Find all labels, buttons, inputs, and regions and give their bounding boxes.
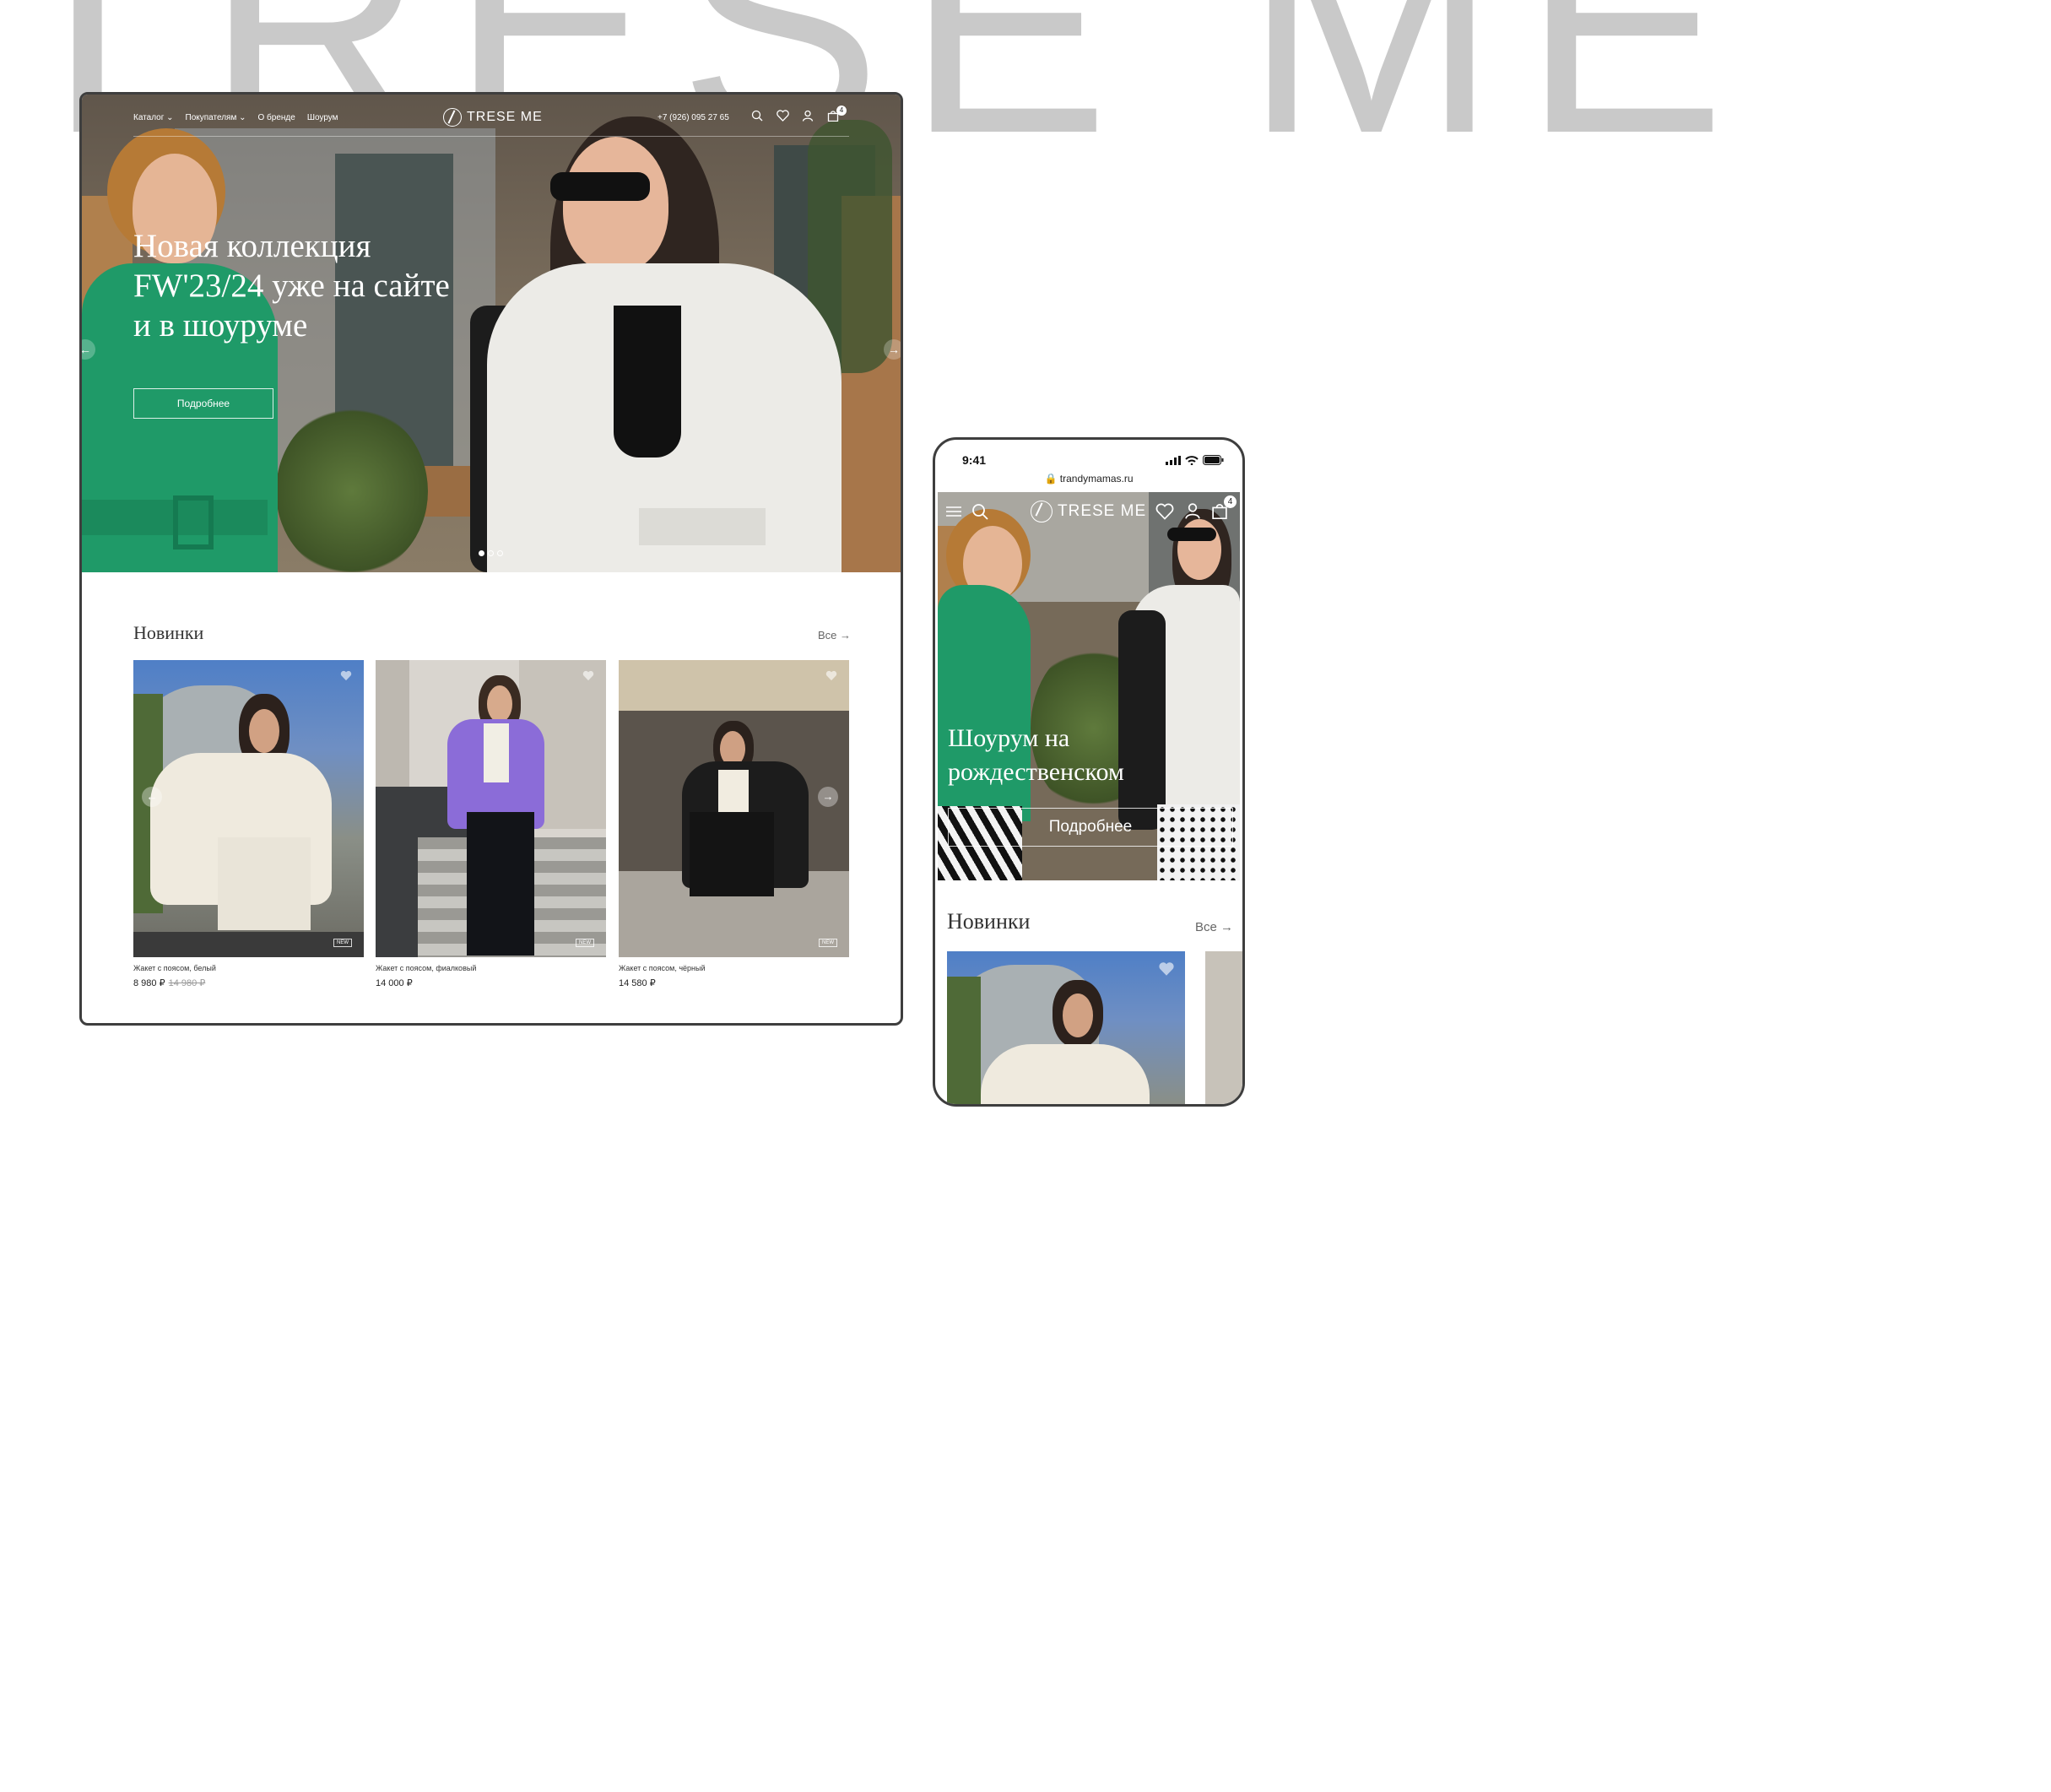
hero-slider-dots	[479, 550, 503, 556]
product-image[interactable]: NEW	[376, 660, 606, 957]
product-top	[484, 723, 509, 782]
heart-icon[interactable]	[777, 110, 790, 123]
product-top	[718, 770, 749, 817]
new-arrivals-title: Новинки	[133, 622, 204, 643]
slider-dot[interactable]	[479, 550, 484, 556]
user-icon[interactable]	[802, 110, 815, 123]
product-model-face	[1063, 993, 1093, 1037]
search-icon[interactable]	[971, 503, 988, 524]
nav-item-showroom[interactable]: Шоурум	[307, 113, 338, 122]
product-card[interactable]: → NEW Жакет с поясом, чёрный 14 580 ₽	[619, 660, 849, 988]
hero-black-top	[614, 306, 681, 457]
product-price: 8 980 ₽	[133, 978, 165, 988]
browser-address-bar[interactable]: 🔒 trandymamas.ru	[935, 473, 1242, 485]
product-price: 14 580 ₽	[619, 978, 656, 988]
product-name[interactable]: Жакет с поясом, чёрный	[619, 964, 849, 972]
favorite-heart-icon[interactable]	[582, 670, 594, 682]
product-prev-arrow-icon[interactable]: ←	[142, 787, 162, 807]
product-bg-tree	[947, 977, 981, 1104]
menu-burger-icon[interactable]	[946, 506, 961, 522]
status-bar-icons	[1166, 455, 1224, 465]
product-card-peek[interactable]	[1205, 951, 1242, 1104]
product-image[interactable]: ← NEW	[133, 660, 364, 957]
hero-green-buckle	[173, 495, 214, 550]
user-icon[interactable]	[1184, 502, 1201, 523]
product-card[interactable]: NEW Жакет с поясом, фиалковый 14 000 ₽	[376, 660, 606, 988]
hero-more-button[interactable]: Подробнее	[948, 808, 1233, 847]
nav-item-about-brand[interactable]: О бренде	[258, 113, 295, 122]
search-icon[interactable]	[751, 110, 765, 123]
product-card[interactable]	[947, 951, 1185, 1104]
hero-sunglasses	[550, 172, 650, 201]
product-model-face	[487, 685, 512, 723]
hero-more-button[interactable]: Подробнее	[133, 388, 273, 419]
header-phone[interactable]: +7 (926) 095 27 65	[658, 113, 729, 122]
product-white-skirt	[218, 837, 311, 930]
desktop-main-nav: Каталог ⌄ Покупателям ⌄ О бренде Шоурум	[133, 113, 338, 122]
product-card[interactable]: ← NEW Жакет с поясом, белый 8 980 ₽14 98…	[133, 660, 364, 988]
favorite-heart-icon[interactable]	[1158, 961, 1175, 981]
favorite-heart-icon[interactable]	[340, 670, 352, 682]
new-arrivals-all-link[interactable]: Все →	[1195, 920, 1233, 934]
product-white-jacket	[981, 1044, 1150, 1104]
new-arrivals-all-link[interactable]: Все →	[818, 629, 851, 642]
product-bg-street	[133, 932, 364, 957]
product-bg-canopy	[619, 660, 849, 711]
lock-icon: 🔒	[1044, 473, 1058, 485]
browser-url: trandymamas.ru	[1059, 473, 1134, 485]
hero-next-arrow-icon[interactable]: →	[884, 339, 901, 360]
logo-mark-icon	[443, 108, 462, 127]
hero-model-right-face	[563, 137, 668, 272]
hero-white-belt	[639, 508, 766, 545]
slider-dot[interactable]	[488, 550, 494, 556]
status-bar-time: 9:41	[962, 453, 987, 467]
product-name[interactable]: Жакет с поясом, фиалковый	[376, 964, 606, 972]
new-badge: NEW	[819, 939, 837, 947]
product-black-trousers	[467, 812, 534, 956]
product-price-row: 8 980 ₽14 980 ₽	[133, 977, 364, 988]
mobile-mockup: 9:41 🔒 trandymamas.ru TRESE ME 4 Шоурум …	[933, 437, 1245, 1107]
heart-icon[interactable]	[1155, 503, 1174, 524]
mobile-logo[interactable]: TRESE ME	[1031, 501, 1146, 522]
desktop-logo[interactable]: TRESE ME	[443, 108, 543, 127]
mobile-hero-banner: TRESE ME 4 Шоурум на рождественском Подр…	[938, 492, 1240, 880]
header-divider	[133, 136, 849, 137]
product-old-price: 14 980 ₽	[168, 978, 206, 988]
logo-text: TRESE ME	[467, 110, 543, 124]
product-price: 14 000 ₽	[376, 978, 413, 988]
hero-title: Новая коллекция FW'23/24 уже на сайте и …	[133, 228, 450, 344]
desktop-hero-banner: Каталог ⌄ Покупателям ⌄ О бренде Шоурум …	[82, 95, 901, 572]
new-badge: NEW	[576, 939, 594, 947]
hero-plant	[276, 407, 428, 572]
battery-icon	[1203, 455, 1224, 465]
product-black-skirt	[690, 812, 774, 896]
product-model-face	[249, 709, 279, 753]
product-price-row: 14 580 ₽	[619, 977, 849, 988]
header-actions: 4	[751, 106, 847, 123]
favorite-heart-icon[interactable]	[825, 670, 837, 682]
nav-item-catalog[interactable]: Каталог ⌄	[133, 113, 174, 122]
hero-bag	[1118, 610, 1166, 830]
product-image[interactable]: → NEW	[619, 660, 849, 957]
mobile-header: TRESE ME 4	[946, 495, 1237, 524]
cellular-signal-icon	[1166, 455, 1181, 465]
new-arrivals-title: Новинки	[947, 909, 1031, 934]
logo-text: TRESE ME	[1058, 502, 1147, 520]
wifi-icon	[1185, 455, 1199, 465]
cart-icon[interactable]: 4	[1211, 495, 1237, 523]
product-name[interactable]: Жакет с поясом, белый	[133, 964, 364, 972]
cart-count-badge: 4	[1224, 495, 1237, 508]
nav-item-customers[interactable]: Покупателям ⌄	[186, 113, 246, 122]
product-price-row: 14 000 ₽	[376, 977, 606, 988]
logo-mark-icon	[1031, 501, 1053, 522]
hero-title: Шоурум на рождественском	[948, 724, 1124, 786]
new-badge: NEW	[333, 939, 352, 947]
slider-dot[interactable]	[497, 550, 503, 556]
desktop-mockup: Каталог ⌄ Покупателям ⌄ О бренде Шоурум …	[79, 92, 903, 1026]
cart-count-badge: 4	[836, 106, 847, 116]
hero-sunglasses	[1167, 528, 1216, 541]
cart-icon[interactable]: 4	[827, 106, 847, 123]
product-next-arrow-icon[interactable]: →	[818, 787, 838, 807]
